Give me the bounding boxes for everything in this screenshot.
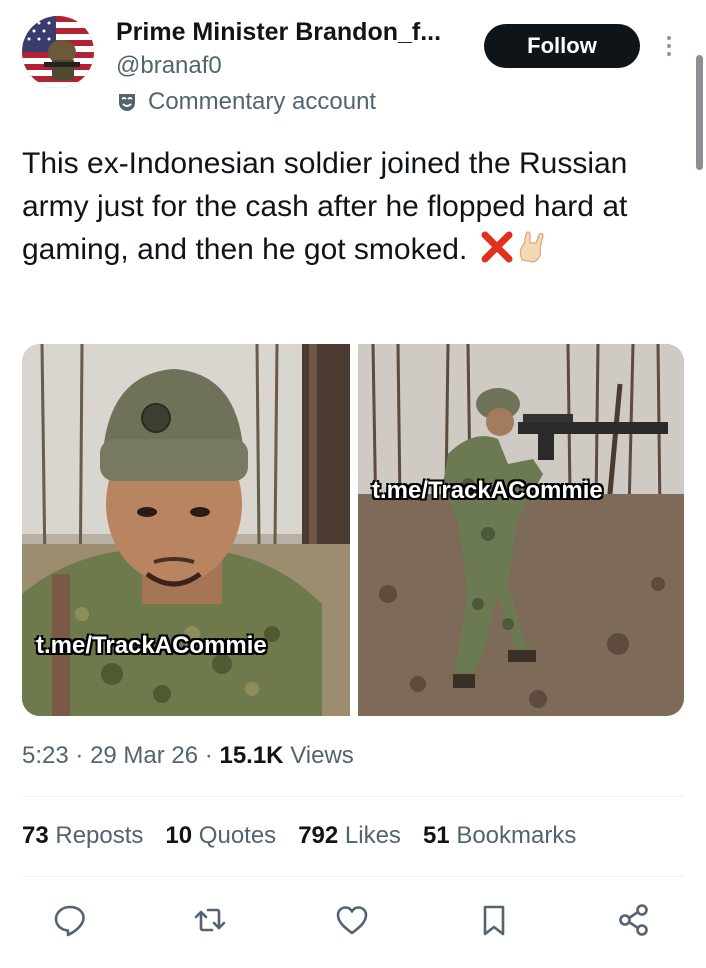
reposts-stat[interactable]: 73 Reposts — [22, 822, 143, 850]
likes-label: Likes — [344, 822, 401, 849]
engagement-stats: 73 Reposts 10 Quotes 792 Likes 51 Bookma… — [22, 822, 576, 850]
bookmarks-label: Bookmarks — [456, 822, 577, 849]
repost-icon[interactable] — [192, 902, 228, 938]
bookmarks-stat[interactable]: 51 Bookmarks — [423, 822, 576, 850]
likes-stat[interactable]: 792 Likes — [298, 822, 401, 850]
meta-separator: · — [75, 742, 91, 769]
meta-separator: · — [204, 742, 220, 769]
quotes-count: 10 — [165, 822, 193, 849]
avatar[interactable] — [22, 16, 94, 88]
divider — [22, 876, 684, 877]
quotes-label: Quotes — [198, 822, 277, 849]
tweet-text: This ex-Indonesian soldier joined the Ru… — [22, 142, 662, 271]
handle[interactable]: @branaf0 — [116, 52, 222, 80]
reposts-count: 73 — [22, 822, 49, 849]
display-name[interactable]: Prime Minister Brandon_f... — [116, 18, 441, 47]
like-icon[interactable] — [334, 902, 370, 938]
tweet-date[interactable]: 29 Mar 26 — [90, 742, 198, 769]
commentary-text: Commentary account — [148, 88, 377, 115]
reposts-label: Reposts — [55, 822, 144, 849]
likes-count: 792 — [298, 822, 339, 849]
rock-on-hand-icon — [519, 231, 544, 263]
follow-button[interactable]: Follow — [484, 24, 640, 68]
bookmarks-count: 51 — [422, 822, 450, 849]
media-grid[interactable]: t.me/TrackACommie t.me/TrackACommie — [22, 344, 684, 716]
divider — [22, 796, 684, 797]
share-icon[interactable] — [616, 902, 652, 938]
scrollbar[interactable] — [696, 55, 703, 170]
watermark-left: t.me/TrackACommie — [36, 632, 267, 659]
watermark-right: t.me/TrackACommie — [372, 477, 603, 504]
commentary-label: Commentary account — [116, 88, 376, 116]
more-options-icon[interactable] — [662, 34, 676, 58]
tweet-meta: 5:23 · 29 Mar 26 · 15.1K Views — [22, 742, 354, 770]
photo-right[interactable]: t.me/TrackACommie — [358, 344, 684, 716]
reply-icon[interactable] — [52, 902, 88, 938]
mask-icon — [119, 94, 135, 111]
bookmark-icon[interactable] — [476, 902, 512, 938]
tweet-time[interactable]: 5:23 — [22, 742, 69, 769]
cross-mark-icon — [481, 231, 513, 263]
quotes-stat[interactable]: 10 Quotes — [165, 822, 276, 850]
views-label: Views — [290, 742, 354, 769]
views-count[interactable]: 15.1K — [219, 742, 283, 769]
photo-left[interactable]: t.me/TrackACommie — [22, 344, 350, 716]
